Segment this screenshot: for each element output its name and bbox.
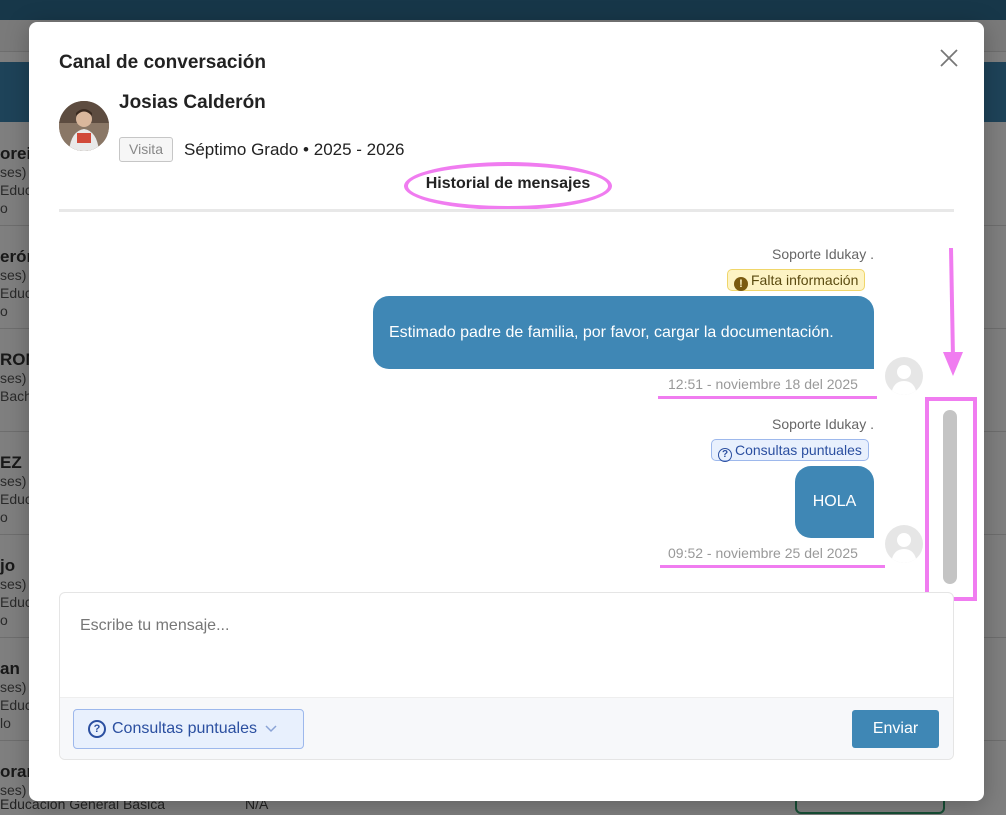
message-text: Estimado padre de familia, por favor, ca… — [389, 323, 834, 341]
message-bubble: Estimado padre de familia, por favor, ca… — [373, 296, 874, 369]
category-select[interactable]: ? Consultas puntuales — [73, 709, 304, 749]
down-arrow-icon — [943, 248, 963, 376]
question-circle-icon: ? — [88, 720, 106, 738]
tab-message-history[interactable]: Historial de mensajes — [404, 162, 612, 210]
conversation-modal: Canal de conversación Josias Calderón Vi… — [29, 22, 984, 801]
student-avatar — [59, 101, 109, 151]
message-timestamp: 12:51 - noviembre 18 del 2025 — [668, 376, 858, 392]
visit-badge: Visita — [119, 137, 173, 162]
message-sender: Soporte Idukay . — [772, 246, 874, 262]
category-select-label: Consultas puntuales — [112, 720, 257, 737]
student-grade: Séptimo Grado • 2025 - 2026 — [184, 140, 405, 159]
message-bubble: HOLA — [795, 466, 874, 538]
message-timestamp: 09:52 - noviembre 25 del 2025 — [668, 545, 858, 561]
send-button[interactable]: Enviar — [852, 710, 939, 748]
message-tag-label: Falta información — [751, 272, 859, 288]
modal-title: Canal de conversación — [59, 52, 266, 73]
user-avatar — [885, 525, 923, 563]
message-tag: ! Falta información — [727, 269, 866, 291]
student-name: Josias Calderón — [119, 92, 266, 113]
question-circle-icon: ? — [718, 448, 732, 462]
message-tag: ? Consultas puntuales — [711, 439, 869, 462]
user-avatar — [885, 357, 923, 395]
exclamation-circle-icon: ! — [734, 277, 748, 291]
composer-footer: ? Consultas puntuales Enviar — [60, 697, 953, 759]
message-tag-label: Consultas puntuales — [735, 442, 862, 458]
message-composer: ? Consultas puntuales Enviar — [59, 592, 954, 760]
scrollbar-thumb[interactable] — [943, 410, 957, 584]
close-icon — [940, 49, 958, 67]
highlight-underline — [660, 565, 885, 568]
message-text: HOLA — [812, 493, 857, 510]
message-sender: Soporte Idukay . — [772, 416, 874, 432]
message-input[interactable] — [60, 593, 953, 697]
tab-divider — [59, 209, 954, 212]
chevron-down-icon — [265, 720, 277, 738]
highlight-underline — [658, 396, 877, 399]
close-button[interactable] — [935, 44, 963, 72]
highlight-ellipse — [404, 162, 612, 210]
